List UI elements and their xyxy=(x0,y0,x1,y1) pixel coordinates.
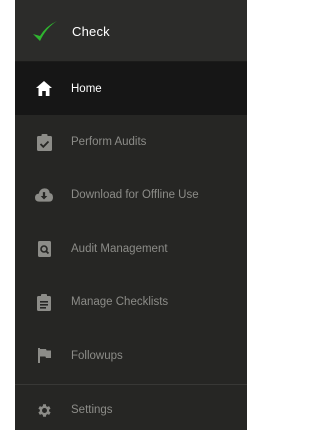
nav-item-home[interactable]: Home xyxy=(15,62,247,116)
clipboard-check-icon xyxy=(35,133,53,151)
cloud-download-icon xyxy=(35,186,53,204)
nav-item-label: Home xyxy=(71,82,102,95)
nav-item-perform-audits[interactable]: Perform Audits xyxy=(15,115,247,168)
drawer-divider xyxy=(15,384,247,385)
nav-item-followups[interactable]: Followups xyxy=(15,329,247,382)
drawer-nav: Home Perform Audits Download for Offline… xyxy=(15,62,247,382)
nav-item-label: Perform Audits xyxy=(71,136,147,149)
gear-icon xyxy=(35,401,53,419)
clipboard-list-icon xyxy=(35,293,53,311)
checkmark-logo-icon xyxy=(31,18,59,46)
nav-item-manage-checklists[interactable]: Manage Checklists xyxy=(15,276,247,329)
nav-item-label: Audit Management xyxy=(71,242,168,255)
search-document-icon xyxy=(35,240,53,258)
nav-item-label: Download for Offline Use xyxy=(71,189,199,202)
navigation-drawer: Check Home Perform Audits Download for O… xyxy=(15,0,247,430)
nav-item-label: Manage Checklists xyxy=(71,296,169,309)
nav-item-label: Followups xyxy=(71,349,123,362)
nav-item-download-offline[interactable]: Download for Offline Use xyxy=(15,169,247,222)
nav-item-settings[interactable]: Settings xyxy=(15,390,247,430)
flag-icon xyxy=(35,347,53,365)
nav-item-label: Settings xyxy=(71,404,113,416)
nav-item-audit-management[interactable]: Audit Management xyxy=(15,222,247,275)
drawer-header: Check xyxy=(15,0,247,62)
app-title: Check xyxy=(72,24,110,39)
home-icon xyxy=(35,80,53,98)
